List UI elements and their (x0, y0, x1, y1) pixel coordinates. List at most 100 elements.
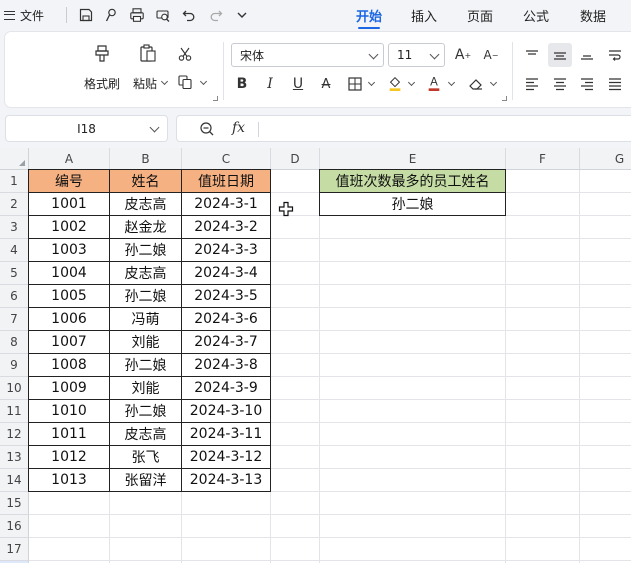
row-header-2[interactable]: 2 (0, 193, 29, 216)
row-header-8[interactable]: 8 (0, 331, 29, 354)
table-cell[interactable]: 张留洋 (110, 469, 182, 492)
font-name-select[interactable]: 宋体 (231, 43, 384, 67)
paste-icon[interactable] (137, 42, 159, 64)
table-cell[interactable]: 刘能 (110, 331, 182, 354)
table-cell[interactable]: 刘能 (110, 377, 182, 400)
select-all-button[interactable] (0, 148, 29, 170)
row-header-15[interactable]: 15 (0, 492, 29, 515)
table-cell[interactable]: 2024-3-12 (182, 446, 271, 469)
column-header-d[interactable]: D (271, 148, 320, 170)
underline-button[interactable]: U (288, 74, 308, 94)
paste-button[interactable]: 粘贴 (133, 75, 157, 92)
table-cell[interactable]: 1010 (29, 400, 110, 423)
table-cell[interactable]: 1009 (29, 377, 110, 400)
row-header-9[interactable]: 9 (0, 354, 29, 377)
cut-icon[interactable] (176, 45, 194, 63)
row-header-5[interactable]: 5 (0, 262, 29, 285)
table-cell[interactable]: 1002 (29, 216, 110, 239)
tab-formula[interactable]: 公式 (523, 6, 549, 25)
redo-icon[interactable] (206, 5, 226, 25)
table-cell[interactable]: 1006 (29, 308, 110, 331)
format-painter-button[interactable]: 格式刷 (84, 75, 120, 92)
clipboard-dialog-launcher[interactable] (213, 96, 218, 101)
row-header-13[interactable]: 13 (0, 446, 29, 469)
table-cell[interactable]: 1001 (29, 193, 110, 216)
table-cell[interactable]: 皮志高 (110, 423, 182, 446)
spreadsheet-grid[interactable]: ABCDEFG123456789101112131415161718编号姓名值班… (0, 148, 631, 563)
table-cell[interactable]: 1003 (29, 239, 110, 262)
table-cell[interactable]: 2024-3-5 (182, 285, 271, 308)
italic-button[interactable]: I (260, 74, 280, 94)
result-value-cell[interactable]: 孙二娘 (320, 193, 506, 216)
row-header-11[interactable]: 11 (0, 400, 29, 423)
table-cell[interactable]: 1008 (29, 354, 110, 377)
table-cell[interactable]: 皮志高 (110, 262, 182, 285)
row-header-7[interactable]: 7 (0, 308, 29, 331)
undo-icon[interactable] (179, 5, 199, 25)
wrap-text-icon[interactable] (606, 46, 624, 64)
column-header-c[interactable]: C (182, 148, 271, 170)
result-header-cell[interactable]: 值班次数最多的员工姓名 (320, 170, 506, 193)
border-icon[interactable] (346, 75, 364, 93)
tab-insert[interactable]: 插入 (411, 6, 437, 25)
bold-button[interactable]: B (232, 74, 252, 94)
print-icon[interactable] (127, 5, 147, 25)
table-cell[interactable]: 赵金龙 (110, 216, 182, 239)
format-painter-icon[interactable] (91, 42, 113, 64)
copy-chevron-icon[interactable] (199, 77, 208, 86)
table-cell[interactable]: 1007 (29, 331, 110, 354)
format-brush-icon[interactable] (101, 5, 121, 25)
paste-chevron-icon[interactable] (160, 77, 169, 86)
row-header-12[interactable]: 12 (0, 423, 29, 446)
font-size-select[interactable]: 11 (388, 43, 445, 67)
align-top-icon[interactable] (523, 46, 541, 64)
tab-page[interactable]: 页面 (467, 6, 493, 25)
tab-data[interactable]: 数据 (580, 6, 606, 25)
column-header-a[interactable]: A (29, 148, 110, 170)
row-header-4[interactable]: 4 (0, 239, 29, 262)
tab-home[interactable]: 开始 (356, 6, 382, 29)
row-header-17[interactable]: 17 (0, 538, 29, 561)
justify-icon[interactable] (606, 75, 624, 93)
table-header-cell[interactable]: 编号 (29, 170, 110, 193)
column-header-b[interactable]: B (110, 148, 182, 170)
eraser-icon[interactable] (467, 74, 485, 92)
save-icon[interactable] (76, 5, 96, 25)
border-chevron-icon[interactable] (367, 78, 376, 87)
column-header-f[interactable]: F (506, 148, 580, 170)
font-color-icon[interactable]: A (425, 73, 443, 93)
zoom-icon[interactable] (199, 121, 215, 137)
table-cell[interactable]: 1013 (29, 469, 110, 492)
align-center-icon[interactable] (551, 75, 569, 93)
name-box[interactable]: I18 (5, 115, 168, 142)
decrease-font-size-button[interactable]: A − (481, 45, 501, 65)
table-header-cell[interactable]: 值班日期 (182, 170, 271, 193)
increase-font-size-button[interactable]: A + (453, 45, 473, 65)
font-color-chevron-icon[interactable] (447, 78, 456, 87)
row-header-3[interactable]: 3 (0, 216, 29, 239)
copy-icon[interactable] (176, 73, 194, 91)
formula-input[interactable]: fx (176, 115, 631, 142)
align-middle-icon[interactable] (548, 43, 572, 67)
fill-color-chevron-icon[interactable] (407, 78, 416, 87)
column-header-g[interactable]: G (580, 148, 631, 170)
table-cell[interactable]: 2024-3-6 (182, 308, 271, 331)
table-cell[interactable]: 1012 (29, 446, 110, 469)
strikethrough-button[interactable]: A (316, 74, 336, 94)
table-cell[interactable]: 孙二娘 (110, 239, 182, 262)
file-menu-button[interactable]: 文件 (4, 6, 44, 24)
insert-function-button[interactable]: fx (232, 120, 245, 136)
table-cell[interactable]: 2024-3-8 (182, 354, 271, 377)
table-cell[interactable]: 孙二娘 (110, 400, 182, 423)
table-header-cell[interactable]: 姓名 (110, 170, 182, 193)
table-cell[interactable]: 1004 (29, 262, 110, 285)
row-header-10[interactable]: 10 (0, 377, 29, 400)
row-header-1[interactable]: 1 (0, 170, 29, 193)
table-cell[interactable]: 张飞 (110, 446, 182, 469)
print-preview-icon[interactable] (153, 5, 173, 25)
column-header-e[interactable]: E (320, 148, 506, 170)
font-dialog-launcher[interactable] (502, 96, 507, 101)
clear-chevron-icon[interactable] (489, 78, 498, 87)
align-right-icon[interactable] (578, 75, 596, 93)
table-cell[interactable]: 2024-3-2 (182, 216, 271, 239)
